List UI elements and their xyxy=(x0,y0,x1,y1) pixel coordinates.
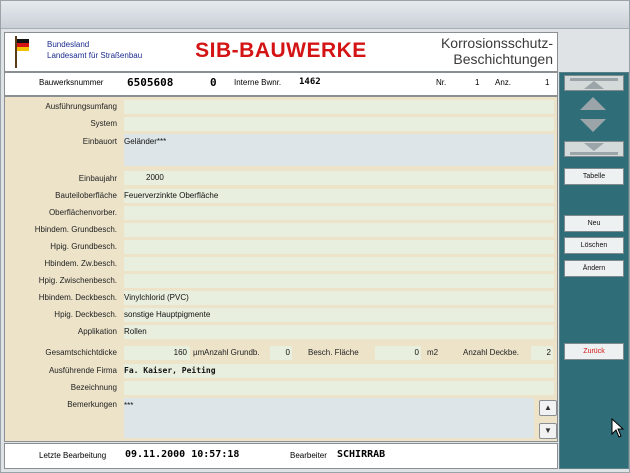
footer-bar: Letzte Bearbeitung 09.11.2000 10:57:18 B… xyxy=(4,443,558,469)
gesamtschichtdicke-field[interactable]: 160 xyxy=(124,346,190,360)
nr-value: 1 xyxy=(475,78,480,87)
anz-value: 1 xyxy=(545,78,550,87)
anzahl-deckbe-label: Anzahl Deckbe. xyxy=(463,348,520,357)
bearbeiter-value: SCHIRRAB xyxy=(337,449,386,460)
ausfuehrende-firma-field[interactable]: Fa. Kaiser, Peiting xyxy=(124,364,554,378)
ausfuehrende-firma-label: Ausführende Firma xyxy=(48,366,117,375)
bearbeiter-label: Bearbeiter xyxy=(290,451,327,460)
hbindem-deckbesch-field[interactable]: Vinylchlorid (PVC) xyxy=(124,291,554,305)
module-title-line-1: Korrosionsschutz- xyxy=(440,35,553,51)
hpig-grundbesch-label: Hpig. Grundbesch. xyxy=(50,242,117,251)
teilbauwerk-field[interactable]: 0 xyxy=(210,76,217,89)
bemerkungen-field[interactable]: *** xyxy=(124,398,534,438)
module-title-line-2: Beschichtungen xyxy=(453,51,553,67)
previous-arrow-icon xyxy=(580,97,606,110)
last-record-button[interactable] xyxy=(564,141,624,157)
bezeichnung-field[interactable] xyxy=(124,381,554,395)
bemerkungen-label: Bemerkungen xyxy=(67,400,117,409)
oberflaechenvorber-label: Oberflächenvorber. xyxy=(48,208,117,217)
interne-bwnr-field[interactable]: 1462 xyxy=(299,77,321,87)
module-title: Korrosionsschutz- Beschichtungen xyxy=(441,35,553,67)
previous-record-button[interactable] xyxy=(564,95,622,111)
besch-flaeche-field[interactable]: 0 xyxy=(375,346,421,360)
applikation-field[interactable]: Rollen xyxy=(124,325,554,339)
anzahl-grundb-label: Anzahl Grundb. xyxy=(204,348,260,357)
hpig-zwischenbesch-label: Hpig. Zwischenbesch. xyxy=(38,276,117,285)
besch-flaeche-unit: m2 xyxy=(427,348,439,357)
hpig-deckbesch-field[interactable]: sonstige Hauptpigmente xyxy=(124,308,554,322)
anzahl-deckbe-field[interactable]: 2 xyxy=(531,346,553,360)
next-record-button[interactable] xyxy=(564,117,622,133)
bezeichnung-label: Bezeichnung xyxy=(70,383,117,392)
hbindem-grundbesch-field[interactable] xyxy=(124,223,554,237)
zurueck-button[interactable]: Zurück xyxy=(564,343,624,360)
ausfuehrungsumfang-label: Ausführungsumfang xyxy=(45,102,117,111)
besch-flaeche-label: Besch. Fläche xyxy=(308,348,359,357)
aendern-button[interactable]: Ändern xyxy=(564,260,624,277)
hbindem-grundbesch-label: Hbindem. Grundbesch. xyxy=(34,225,117,234)
einbaujahr-label: Einbaujahr xyxy=(78,174,117,183)
id-bar: Bauwerksnummer 6505608 0 Interne Bwnr. 1… xyxy=(4,72,558,96)
gesamtschichtdicke-label: Gesamtschichtdicke xyxy=(45,348,117,357)
system-field[interactable] xyxy=(124,117,554,131)
system-label: System xyxy=(90,119,117,128)
bauwerksnummer-field[interactable]: 6505608 xyxy=(127,76,173,89)
last-bar-icon xyxy=(570,152,618,155)
neu-button[interactable]: Neu xyxy=(564,215,624,232)
app-window: Bundesland Landesamt für Straßenbau SIB-… xyxy=(0,0,630,473)
hpig-deckbesch-label: Hpig. Deckbesch. xyxy=(54,310,117,319)
letzte-bearbeitung-label: Letzte Bearbeitung xyxy=(39,451,107,460)
anz-label: Anz. xyxy=(495,78,512,87)
scroll-up-icon[interactable]: ▲ xyxy=(539,400,557,416)
einbauort-label: Einbauort xyxy=(82,137,117,146)
letzte-bearbeitung-value: 09.11.2000 10:57:18 xyxy=(125,449,240,460)
hpig-grundbesch-field[interactable] xyxy=(124,240,554,254)
next-arrow-icon xyxy=(580,119,606,132)
title-bar[interactable] xyxy=(1,1,629,29)
scroll-down-icon[interactable]: ▼ xyxy=(539,423,557,439)
navigation-panel: Tabelle Neu Löschen Ändern Zurück xyxy=(559,72,629,469)
hbindem-zwbesch-field[interactable] xyxy=(124,257,554,271)
applikation-label: Applikation xyxy=(77,327,117,336)
anzahl-grundb-field[interactable]: 0 xyxy=(270,346,292,360)
nr-label: Nr. xyxy=(436,78,447,87)
hbindem-deckbesch-label: Hbindem. Deckbesch. xyxy=(38,293,117,302)
gesamtschichtdicke-unit: µm xyxy=(193,348,205,357)
loeschen-button[interactable]: Löschen xyxy=(564,237,624,254)
interne-bwnr-label: Interne Bwnr. xyxy=(234,78,282,87)
bauteiloberflaeche-label: Bauteiloberfläche xyxy=(55,191,117,200)
hpig-zwischenbesch-field[interactable] xyxy=(124,274,554,288)
mouse-cursor-icon xyxy=(611,418,625,438)
einbauort-field[interactable]: Geländer*** xyxy=(124,134,554,166)
detail-form: Ausführungsumfang System Einbauort Gelän… xyxy=(4,96,558,442)
ausfuehrungsumfang-field[interactable] xyxy=(124,100,554,114)
first-arrow-icon xyxy=(584,81,604,89)
oberflaechenvorber-field[interactable] xyxy=(124,206,554,220)
first-record-button[interactable] xyxy=(564,75,624,91)
header: Bundesland Landesamt für Straßenbau SIB-… xyxy=(4,32,558,72)
bauteiloberflaeche-field[interactable]: Feuerverzinkte Oberfläche xyxy=(124,189,554,203)
einbaujahr-field[interactable]: 2000 xyxy=(124,171,554,185)
hbindem-zwbesch-label: Hbindem. Zw.besch. xyxy=(44,259,117,268)
tabelle-button[interactable]: Tabelle xyxy=(564,168,624,185)
last-arrow-icon xyxy=(584,143,604,151)
bauwerksnummer-label: Bauwerksnummer xyxy=(39,78,104,87)
